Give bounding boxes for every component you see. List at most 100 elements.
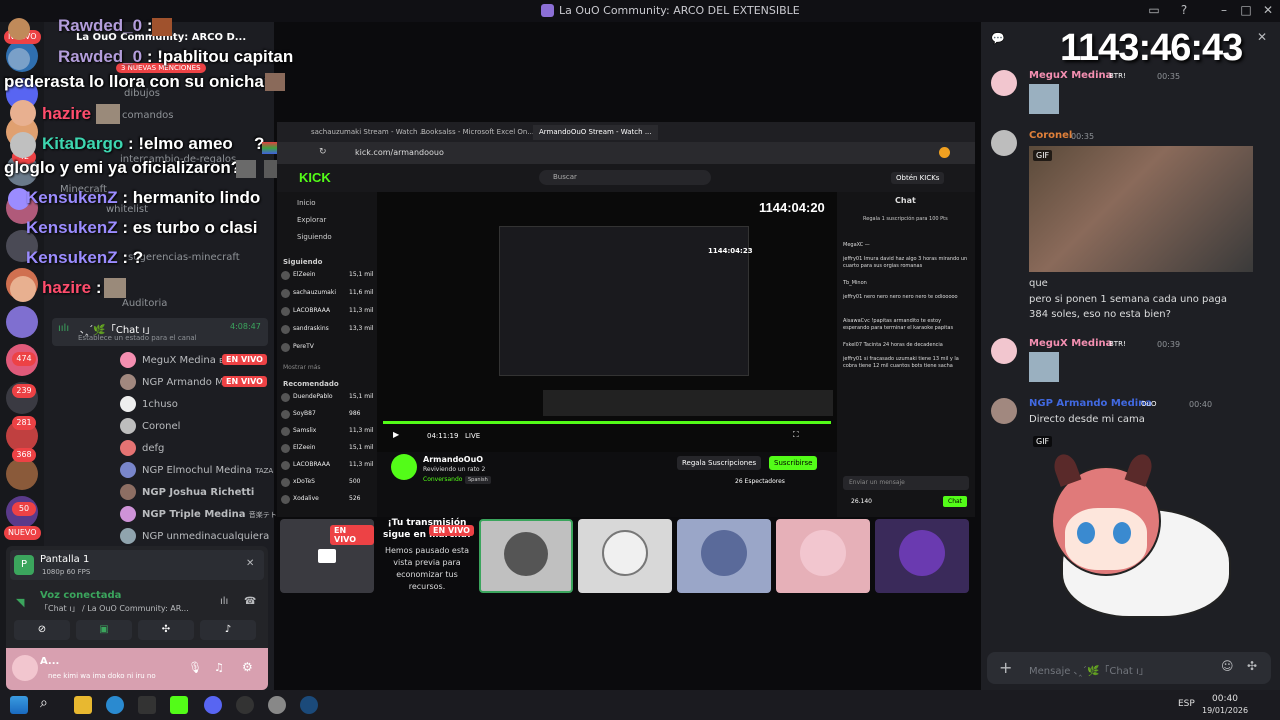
screen-share-button[interactable]: ▣ [76,620,132,640]
get-kicks-button[interactable]: Obtén KICKs [891,172,945,184]
voice-user[interactable]: MeguX Medina BTR! [120,352,236,368]
recommended-item[interactable]: Xodalive 526 [281,494,373,506]
following-item[interactable]: PereTV [281,342,373,354]
inbox-icon[interactable]: ▭ [1145,3,1163,19]
subscribe-button[interactable]: Suscribirse [769,456,818,470]
kick-logo[interactable]: KICK [299,170,331,185]
noise-icon[interactable]: ılı [220,596,228,607]
server-icon[interactable] [6,458,38,490]
browser-tab[interactable]: sachauzumaki Stream - Watch ... [305,125,432,140]
emoji-icon[interactable]: ☺ [1221,659,1234,673]
profile-icon[interactable] [939,147,950,158]
show-more-link[interactable]: Mostrar más [283,364,321,371]
user-name[interactable]: A... [40,656,59,667]
reload-icon[interactable]: ↻ [319,147,327,157]
chat-input[interactable]: Enviar un mensaje [843,476,969,490]
user-avatar[interactable] [12,655,38,681]
gift-subs-button[interactable]: Regala Suscripciones [677,456,762,470]
recommended-item[interactable]: SoyB87 986 [281,409,373,421]
file-explorer-icon[interactable] [74,696,92,714]
browser-tab-active[interactable]: ArmandoOuO Stream - Watch ... [533,125,658,140]
message-author[interactable]: MeguX Medina [1029,70,1112,81]
recommended-item[interactable]: LACOBRAAA 11,3 mil [281,460,373,472]
recommended-item[interactable]: ElZeein 15,1 mil [281,443,373,455]
close-button[interactable]: ✕ [1259,3,1277,19]
browser-tab[interactable]: Booksalss - Microsoft Excel On... [415,125,540,140]
play-icon[interactable]: ▶ [393,430,399,439]
voice-user[interactable]: NGP Joshua Richetti [120,484,254,500]
voice-user[interactable]: NGP Triple Medina 音楽テト [120,506,277,522]
stream-timer: 1144:04:20 [759,200,825,215]
soundboard-button[interactable]: ♪ [200,620,256,640]
gif-image[interactable]: GIF [1029,146,1253,272]
participant-tile[interactable] [776,519,870,593]
activities-button[interactable]: ✣ [138,620,194,640]
following-item[interactable]: LACOBRAAA 11,3 mil [281,306,373,318]
mic-icon[interactable]: 🎙 [188,661,202,674]
channel-name[interactable]: ArmandoOuO [423,455,483,464]
headphones-icon[interactable]: ♫ [214,661,224,674]
voice-user[interactable]: Coronel [120,418,180,434]
progress-bar[interactable] [383,421,831,424]
chat-gift-banner[interactable]: Regala 1 suscripción para 100 Pts [863,216,963,222]
recommended-item[interactable]: xDoTeS 500 [281,477,373,489]
message-author[interactable]: NGP Armando Medina [1029,398,1152,409]
voice-user[interactable]: NGP unmedinacualquiera [120,528,269,544]
app-icon[interactable] [138,696,156,714]
url-field[interactable]: kick.com/armandoouo [355,148,444,157]
recommended-item[interactable]: DuendePablo 15,1 mil [281,392,373,404]
server-icon[interactable] [6,306,38,338]
following-item[interactable]: sachauzumaki 11,6 mil [281,288,373,300]
edge-icon[interactable] [106,696,124,714]
participant-tile[interactable] [578,519,672,593]
voice-channel-row[interactable]: ıılı ､‸´🌿「Chat ı」 4:08:47 Establece un e… [52,318,268,346]
message-composer[interactable]: + Mensaje ､‸´🌿「Chat ı」 ☺ ✣ [987,652,1271,684]
recommended-item[interactable]: Samslix 11,3 mil [281,426,373,438]
channel-status[interactable]: Establece un estado para el canal [78,334,197,342]
obs-icon[interactable] [236,696,254,714]
start-icon[interactable] [10,696,28,714]
fullscreen-icon[interactable]: ⛶ [793,430,799,440]
language-indicator[interactable]: ESP [1178,699,1195,709]
following-item[interactable]: sandraskins 13,3 mil [281,324,373,336]
apps-icon[interactable]: ✣ [1247,659,1257,673]
video-player[interactable]: 1144:04:20 1144:04:23 ▶ 04:11:19 LIVE ⛶ [377,192,837,452]
message-author[interactable]: Coronel [1029,130,1072,141]
add-attachment-icon[interactable]: + [999,658,1012,677]
close-chat-icon[interactable]: ✕ [1257,30,1267,44]
help-icon[interactable]: ? [1175,3,1193,19]
nav-explore[interactable]: Explorar [297,216,326,224]
kick-search[interactable]: Buscar [539,170,711,185]
steam-icon[interactable] [300,696,318,714]
nav-home[interactable]: Inicio [297,199,316,207]
clock-date[interactable]: 19/01/2026 [1202,706,1248,715]
kick-icon[interactable] [170,696,188,714]
anime-gif[interactable] [1041,448,1231,618]
participant-tile[interactable] [677,519,771,593]
participant-tile[interactable] [875,519,969,593]
search-icon[interactable]: ⌕ [40,695,48,711]
settings-icon[interactable]: ⚙ [242,660,253,674]
maximize-button[interactable]: □ [1237,3,1255,19]
following-item[interactable]: ElZeein 15,1 mil [281,270,373,282]
channel-avatar[interactable] [391,454,417,480]
voice-channel-path[interactable]: 「Chat ı」 / La OuO Community: AR... [40,603,189,614]
message-input[interactable]: Mensaje ､‸´🌿「Chat ı」 [1029,662,1149,677]
chat-send-button[interactable]: Chat [943,496,968,507]
camera-off-button[interactable]: ⊘ [14,620,70,640]
voice-user[interactable]: defg [120,440,164,456]
clock-time[interactable]: 00:40 [1212,694,1238,704]
app-icon[interactable] [268,696,286,714]
minimize-button[interactable]: – [1215,3,1233,19]
discord-icon[interactable] [204,696,222,714]
disconnect-icon[interactable]: ☎ [244,596,256,607]
voice-user[interactable]: 1chuso [120,396,178,412]
category-link[interactable]: Conversando [423,476,462,483]
nav-following[interactable]: Siguiendo [297,233,332,241]
voice-user[interactable]: NGP Elmochul Medina TAZA [120,462,273,478]
close-share-icon[interactable]: ✕ [246,558,254,569]
stream-view[interactable]: sachauzumaki Stream - Watch ... Booksals… [277,122,975,517]
message-author[interactable]: MeguX Medina [1029,338,1112,349]
stream-preview-tile[interactable]: EN VIVO [280,519,374,593]
participant-tile[interactable] [479,519,573,593]
